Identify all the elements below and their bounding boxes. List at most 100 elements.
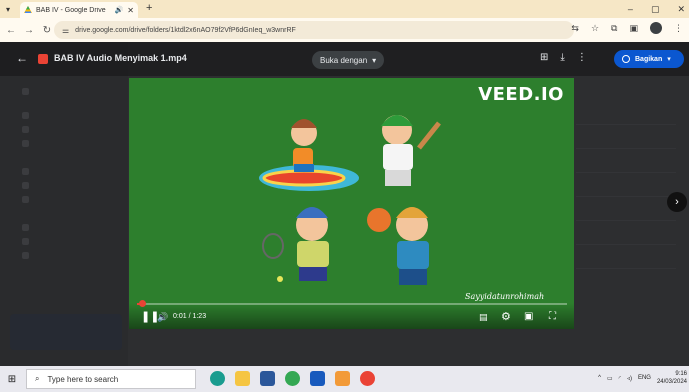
miniplayer-icon[interactable]: ▣ — [524, 311, 533, 323]
speaker-icon[interactable]: 🔊 — [115, 6, 124, 14]
forward-icon[interactable]: → — [22, 25, 36, 36]
add-comment-icon[interactable]: ⊞ — [540, 52, 548, 63]
file-row-divider — [576, 148, 676, 149]
open-with-button[interactable]: Buka dengan ▾ — [312, 51, 385, 69]
sidebar-item — [22, 238, 92, 248]
signature-text: Sayyidatunrohimah — [465, 292, 545, 301]
close-tab-icon[interactable]: ✕ — [127, 6, 134, 15]
search-placeholder: Type here to search — [47, 374, 119, 384]
sidebar-item — [22, 224, 92, 234]
search-icon: ⌕ — [35, 374, 40, 383]
battery-icon[interactable]: ▭ — [607, 375, 613, 382]
baseball-kid-illustration — [381, 115, 441, 186]
site-info-icon[interactable]: ⚌ — [62, 26, 69, 35]
file-row-divider — [576, 220, 676, 221]
sidebar-item — [22, 140, 92, 150]
taskbar-apps — [210, 371, 375, 386]
store-icon[interactable] — [260, 371, 275, 386]
bookmark-star-icon[interactable]: ☆ — [591, 23, 599, 34]
chevron-right-icon: › — [675, 196, 679, 208]
fullscreen-icon[interactable]: ⛶ — [549, 311, 556, 323]
minimize-button[interactable]: – — [628, 4, 633, 14]
viewer-actions: ⊞ ⤓ ⋮ — [540, 52, 587, 63]
file-row-divider — [576, 124, 676, 125]
address-bar[interactable]: ⚌ drive.google.com/drive/folders/1ktdl2x… — [54, 21, 574, 39]
kebab-menu-icon[interactable]: ⋮ — [674, 23, 683, 34]
open-with-label: Buka dengan — [320, 55, 368, 65]
wifi-icon[interactable]: ◜ — [619, 375, 621, 382]
back-icon[interactable]: ← — [4, 25, 18, 36]
clock-time: 9:16 — [675, 371, 687, 377]
caret-down-icon: ▾ — [667, 56, 671, 63]
back-arrow-icon[interactable]: ← — [16, 51, 28, 65]
browser-tab-strip: ▾ BAB IV - Google Drive 🔊 ✕ + – ▢ ✕ — [0, 0, 689, 18]
video-file-icon — [38, 54, 48, 64]
storage-promo — [10, 314, 122, 350]
windows-start-icon[interactable]: ⊞ — [0, 374, 24, 385]
maximize-button[interactable]: ▢ — [651, 4, 660, 15]
video-controls: ❚❚ 🔊 0:01 / 1:23 ▤ ⚙ ▣ ⛶ — [129, 300, 574, 329]
translate-icon[interactable]: ⇆ — [571, 23, 579, 34]
whatsapp-icon[interactable] — [210, 371, 225, 386]
chevron-up-icon[interactable]: ^ — [598, 375, 601, 381]
tab-title: BAB IV - Google Drive — [36, 6, 106, 14]
file-row-divider — [576, 244, 676, 245]
chrome-profile-icon[interactable] — [360, 371, 375, 386]
browser-toolbar: ← → ↻ ⚌ drive.google.com/drive/folders/1… — [0, 18, 689, 42]
google-drive-icon — [24, 6, 32, 14]
windows-taskbar: ⊞ ⌕ Type here to search ^ ▭ ◜ ◃) ENG 9:1… — [0, 366, 689, 392]
sidebar-item — [22, 168, 92, 178]
clock[interactable]: 9:16 24/03/2024 — [657, 370, 687, 386]
veed-watermark: VEED.IO — [478, 84, 564, 105]
speaker-tray-icon[interactable]: ◃) — [627, 375, 632, 382]
tennis-kid-illustration — [262, 207, 329, 282]
toolbar-right: ⇆ ☆ ⧉ ▣ ⋮ — [571, 22, 683, 34]
profile-avatar[interactable] — [650, 22, 662, 34]
browser-tab[interactable]: BAB IV - Google Drive 🔊 ✕ — [20, 2, 138, 18]
caret-down-icon: ▾ — [372, 55, 377, 65]
share-label: Bagikan — [635, 55, 663, 63]
language-indicator[interactable]: ENG — [638, 375, 651, 381]
time-display: 0:01 / 1:23 — [173, 313, 207, 320]
new-tab-button[interactable]: + — [146, 2, 152, 14]
next-file-button[interactable]: › — [667, 192, 687, 212]
close-window-button[interactable]: ✕ — [677, 4, 685, 15]
reload-icon[interactable]: ↻ — [40, 25, 54, 36]
progress-handle[interactable] — [139, 300, 147, 307]
file-row-divider — [576, 268, 676, 269]
captions-icon[interactable]: ▤ — [479, 311, 488, 323]
more-options-icon[interactable]: ⋮ — [577, 52, 587, 63]
share-button[interactable]: Bagikan ▾ — [614, 50, 684, 68]
settings-gear-icon[interactable]: ⚙ — [501, 311, 511, 323]
viewer-header: ← BAB IV Audio Menyimak 1.mp4 Buka denga… — [0, 42, 689, 76]
system-tray: ^ ▭ ◜ ◃) ENG 9:16 24/03/2024 — [598, 370, 687, 386]
extensions-icon[interactable]: ⧉ — [611, 23, 617, 34]
sidebar-item — [22, 88, 92, 98]
clock-date: 24/03/2024 — [656, 379, 687, 385]
basketball-kid-illustration — [367, 207, 429, 285]
sidebar-item — [22, 196, 92, 206]
file-row-divider — [576, 172, 676, 173]
window-controls: – ▢ ✕ — [628, 0, 685, 18]
surfer-kid-illustration — [259, 119, 359, 191]
powerpoint-icon[interactable] — [335, 371, 350, 386]
video-player[interactable]: VEED.IO Sayyidatunrohimah ❚❚ 🔊 0:01 / 1:… — [129, 78, 574, 329]
file-row-divider — [576, 196, 676, 197]
download-icon[interactable]: ⤓ — [560, 52, 564, 63]
file-title: BAB IV Audio Menyimak 1.mp4 — [54, 53, 187, 63]
word-icon[interactable] — [310, 371, 325, 386]
sidebar-item — [22, 126, 92, 136]
url-text: drive.google.com/drive/folders/1ktdl2x6n… — [75, 26, 296, 34]
sidebar-item — [22, 112, 92, 122]
file-explorer-icon[interactable] — [235, 371, 250, 386]
taskbar-search[interactable]: ⌕ Type here to search — [26, 369, 196, 389]
progress-bar[interactable] — [137, 300, 567, 307]
sidebar-item — [22, 252, 92, 262]
drive-sidebar — [0, 42, 128, 366]
sidebar-item — [22, 182, 92, 192]
globe-icon — [622, 55, 630, 63]
tab-search-icon[interactable]: ▾ — [0, 0, 16, 18]
chrome-icon[interactable] — [285, 371, 300, 386]
sidebar-icon[interactable]: ▣ — [629, 23, 638, 34]
volume-icon[interactable]: 🔊 — [157, 311, 168, 323]
